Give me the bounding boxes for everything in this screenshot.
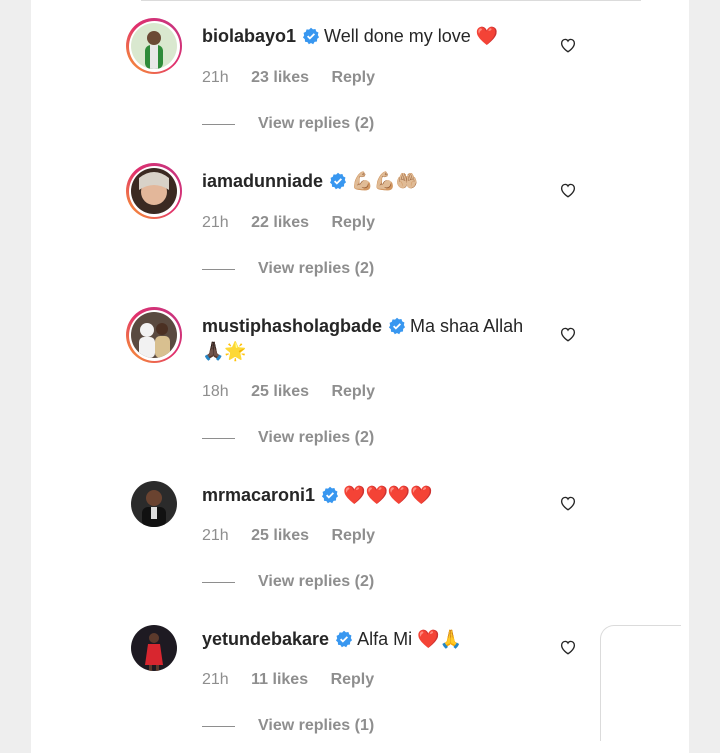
view-replies-label: View replies (2) (258, 429, 375, 446)
view-replies-button[interactable]: View replies (2) (202, 573, 374, 591)
avatar[interactable] (131, 23, 177, 69)
username[interactable]: iamadunniade (202, 171, 323, 191)
verified-badge-icon (330, 172, 347, 190)
verified-badge-icon (389, 317, 406, 335)
reply-button[interactable]: Reply (331, 214, 375, 231)
comment-text-line: mustiphasholagbade Ma shaa Allah 🙏🏿🌟 (202, 314, 542, 364)
username[interactable]: yetundebakare (202, 629, 329, 649)
comments-panel: biolabayo1 Well done my love ❤️ 21h 23 li… (31, 0, 689, 753)
divider (202, 123, 235, 125)
timestamp: 21h (202, 214, 229, 231)
likes-count[interactable]: 25 likes (251, 527, 309, 544)
heart-icon[interactable] (559, 36, 577, 54)
heart-icon[interactable] (559, 638, 577, 656)
likes-count[interactable]: 23 likes (251, 69, 309, 86)
view-replies-label: View replies (2) (258, 573, 375, 590)
view-replies-button[interactable]: View replies (2) (202, 115, 374, 133)
comment-text-line: yetundebakare Alfa Mi ❤️🙏 (202, 627, 542, 652)
avatar-frame[interactable] (126, 476, 182, 532)
comment-meta: 21h 25 likes Reply (202, 527, 393, 545)
reply-button[interactable]: Reply (331, 383, 375, 400)
comment-text-line: mrmacaroni1 ❤️❤️❤️❤️ (202, 483, 542, 508)
view-replies-button[interactable]: View replies (1) (202, 717, 374, 735)
divider (202, 268, 235, 270)
likes-count[interactable]: 11 likes (251, 671, 308, 688)
comment-meta: 18h 25 likes Reply (202, 383, 393, 401)
comment-text: Alfa Mi ❤️🙏 (357, 629, 462, 649)
timestamp: 21h (202, 69, 229, 86)
story-ring[interactable] (126, 163, 182, 219)
divider (141, 0, 641, 1)
username[interactable]: mrmacaroni1 (202, 485, 315, 505)
view-replies-button[interactable]: View replies (2) (202, 260, 374, 278)
overlay-panel-edge (600, 625, 681, 741)
view-replies-label: View replies (2) (258, 260, 375, 277)
avatar[interactable] (131, 481, 177, 527)
verified-badge-icon (336, 630, 353, 648)
avatar[interactable] (131, 625, 177, 671)
comment-text: 💪🏼💪🏼🤲🏼 (351, 171, 419, 191)
username[interactable]: mustiphasholagbade (202, 316, 382, 336)
timestamp: 21h (202, 527, 229, 544)
reply-button[interactable]: Reply (331, 527, 375, 544)
comment-text-line: iamadunniade 💪🏼💪🏼🤲🏼 (202, 169, 542, 194)
avatar-frame[interactable] (126, 620, 182, 676)
heart-icon[interactable] (559, 494, 577, 512)
timestamp: 18h (202, 383, 229, 400)
comment-text: ❤️❤️❤️❤️ (343, 485, 433, 505)
timestamp: 21h (202, 671, 229, 688)
divider (202, 725, 235, 727)
heart-icon[interactable] (559, 181, 577, 199)
verified-badge-icon (303, 27, 320, 45)
comment-meta: 21h 23 likes Reply (202, 69, 393, 87)
divider (202, 437, 235, 439)
story-ring[interactable] (126, 307, 182, 363)
likes-count[interactable]: 22 likes (251, 214, 309, 231)
likes-count[interactable]: 25 likes (251, 383, 309, 400)
comment-text-line: biolabayo1 Well done my love ❤️ (202, 24, 542, 49)
view-replies-label: View replies (2) (258, 115, 375, 132)
story-ring[interactable] (126, 18, 182, 74)
reply-button[interactable]: Reply (331, 69, 375, 86)
comment-meta: 21h 11 likes Reply (202, 671, 392, 689)
avatar[interactable] (131, 312, 177, 358)
divider (202, 581, 235, 583)
comment-meta: 21h 22 likes Reply (202, 214, 393, 232)
view-replies-label: View replies (1) (258, 717, 375, 734)
reply-button[interactable]: Reply (331, 671, 375, 688)
heart-icon[interactable] (559, 325, 577, 343)
comment-text: Well done my love ❤️ (324, 26, 499, 46)
avatar[interactable] (131, 168, 177, 214)
view-replies-button[interactable]: View replies (2) (202, 429, 374, 447)
verified-badge-icon (322, 486, 339, 504)
username[interactable]: biolabayo1 (202, 26, 296, 46)
